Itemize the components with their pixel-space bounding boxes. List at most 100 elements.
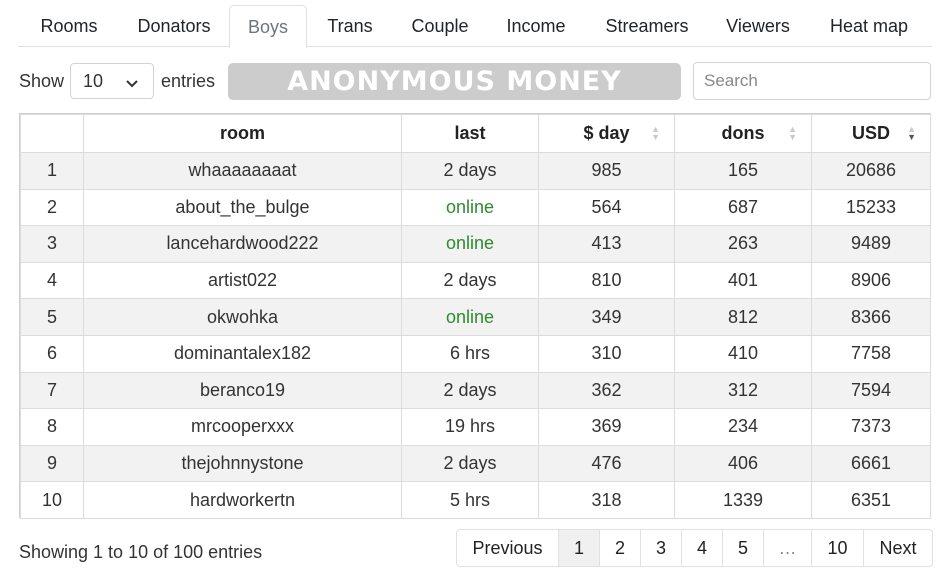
cell-dons: 812	[674, 298, 812, 336]
table-row[interactable]: 2 about_the_bulge online 564 687 15233	[20, 188, 931, 227]
table-row[interactable]: 9 thejohnnystone 2 days 476 406 6661	[20, 444, 931, 483]
tab-rooms[interactable]: Rooms	[18, 5, 120, 47]
cell-last: 5 hrs	[401, 481, 539, 519]
table-row[interactable]: 5 okwohka online 349 812 8366	[20, 298, 931, 336]
cell-dons: 687	[674, 188, 812, 227]
cell-dons: 406	[674, 444, 812, 483]
cell-last: online	[401, 298, 539, 336]
cell-index: 8	[20, 408, 84, 446]
tab-viewers[interactable]: Viewers	[708, 5, 808, 47]
cell-index: 10	[20, 481, 84, 519]
col-header-day[interactable]: $ day ▲ ▼	[538, 114, 675, 153]
rooms-table: room last $ day ▲ ▼ dons ▲ ▼ USD ▲ ▼ 1 whaaaaa…	[19, 113, 931, 519]
cell-usd: 7758	[811, 334, 931, 373]
table-info: Showing 1 to 10 of 100 entries	[19, 542, 263, 562]
table-row[interactable]: 1 whaaaaaaaat 2 days 985 165 20686	[20, 152, 931, 190]
tab-heat-map[interactable]: Heat map	[814, 5, 924, 47]
cell-room[interactable]: thejohnnystone	[83, 444, 402, 483]
cell-usd: 9489	[811, 225, 931, 263]
page-5-button[interactable]: 5	[722, 530, 763, 566]
cell-index: 5	[20, 298, 84, 336]
table-row[interactable]: 7 beranco19 2 days 362 312 7594	[20, 371, 931, 410]
cell-day: 349	[538, 298, 675, 336]
nav-tabs: Rooms Donators Boys Trans Couple Income …	[18, 5, 932, 48]
col-header-dons[interactable]: dons ▲ ▼	[674, 114, 812, 153]
cell-last: online	[401, 188, 539, 227]
page-3-button[interactable]: 3	[640, 530, 681, 566]
cell-last: online	[401, 225, 539, 263]
entries-select[interactable]: 10	[70, 63, 154, 99]
anonymous-money-banner[interactable]: ANONYMOUS MONEY	[228, 63, 681, 100]
cell-dons: 410	[674, 334, 812, 373]
cell-day: 310	[538, 334, 675, 373]
entries-label: entries	[161, 71, 216, 91]
cell-index: 3	[20, 225, 84, 263]
tab-trans[interactable]: Trans	[310, 5, 390, 47]
table-header-row: room last $ day ▲ ▼ dons ▲ ▼ USD ▲ ▼	[20, 114, 931, 153]
previous-button[interactable]: Previous	[457, 530, 558, 566]
page-2-button[interactable]: 2	[599, 530, 640, 566]
cell-last: 2 days	[401, 152, 539, 190]
cell-room[interactable]: okwohka	[83, 298, 402, 336]
cell-usd: 6351	[811, 481, 931, 519]
col-header-room[interactable]: room	[83, 114, 402, 153]
page-1-button[interactable]: 1	[558, 530, 599, 566]
show-label: Show	[19, 71, 65, 91]
cell-last: 19 hrs	[401, 408, 539, 446]
tab-donators[interactable]: Donators	[120, 5, 228, 47]
table-row[interactable]: 8 mrcooperxxx 19 hrs 369 234 7373	[20, 408, 931, 446]
cell-day: 362	[538, 371, 675, 410]
search-input[interactable]	[693, 62, 931, 100]
cell-usd: 15233	[811, 188, 931, 227]
cell-index: 7	[20, 371, 84, 410]
col-header-dons-label: dons	[721, 123, 765, 143]
next-button[interactable]: Next	[863, 530, 932, 566]
cell-room[interactable]: dominantalex182	[83, 334, 402, 373]
table-row[interactable]: 10 hardworkertn 5 hrs 318 1339 6351	[20, 481, 931, 519]
tab-streamers[interactable]: Streamers	[592, 5, 702, 47]
cell-index: 2	[20, 188, 84, 227]
cell-dons: 234	[674, 408, 812, 446]
cell-last: 2 days	[401, 444, 539, 483]
cell-last: 2 days	[401, 371, 539, 410]
cell-index: 6	[20, 334, 84, 373]
cell-usd: 8906	[811, 261, 931, 300]
cell-day: 369	[538, 408, 675, 446]
table-row[interactable]: 6 dominantalex182 6 hrs 310 410 7758	[20, 334, 931, 373]
cell-index: 4	[20, 261, 84, 300]
cell-dons: 401	[674, 261, 812, 300]
cell-last: 2 days	[401, 261, 539, 300]
table-row[interactable]: 4 artist022 2 days 810 401 8906	[20, 261, 931, 300]
cell-usd: 20686	[811, 152, 931, 190]
cell-room[interactable]: beranco19	[83, 371, 402, 410]
page-4-button[interactable]: 4	[681, 530, 722, 566]
cell-last: 6 hrs	[401, 334, 539, 373]
cell-day: 985	[538, 152, 675, 190]
cell-room[interactable]: artist022	[83, 261, 402, 300]
cell-dons: 165	[674, 152, 812, 190]
col-header-last[interactable]: last	[401, 114, 539, 153]
sort-icon: ▲ ▼	[651, 124, 660, 142]
col-header-day-label: $ day	[583, 123, 630, 143]
cell-usd: 6661	[811, 444, 931, 483]
cell-usd: 8366	[811, 298, 931, 336]
tab-boys[interactable]: Boys	[229, 5, 307, 48]
cell-dons: 263	[674, 225, 812, 263]
cell-room[interactable]: about_the_bulge	[83, 188, 402, 227]
page-10-button[interactable]: 10	[811, 530, 863, 566]
cell-room[interactable]: whaaaaaaaat	[83, 152, 402, 190]
tab-income[interactable]: Income	[492, 5, 580, 47]
chevron-down-icon	[125, 74, 139, 95]
table-row[interactable]: 3 lancehardwood222 online 413 263 9489	[20, 225, 931, 263]
sort-desc-icon: ▲ ▼	[907, 124, 916, 142]
cell-day: 318	[538, 481, 675, 519]
cell-dons: 1339	[674, 481, 812, 519]
cell-room[interactable]: mrcooperxxx	[83, 408, 402, 446]
cell-usd: 7373	[811, 408, 931, 446]
cell-room[interactable]: hardworkertn	[83, 481, 402, 519]
cell-dons: 312	[674, 371, 812, 410]
cell-room[interactable]: lancehardwood222	[83, 225, 402, 263]
col-header-usd[interactable]: USD ▲ ▼	[811, 114, 931, 153]
cell-day: 413	[538, 225, 675, 263]
tab-couple[interactable]: Couple	[396, 5, 484, 47]
